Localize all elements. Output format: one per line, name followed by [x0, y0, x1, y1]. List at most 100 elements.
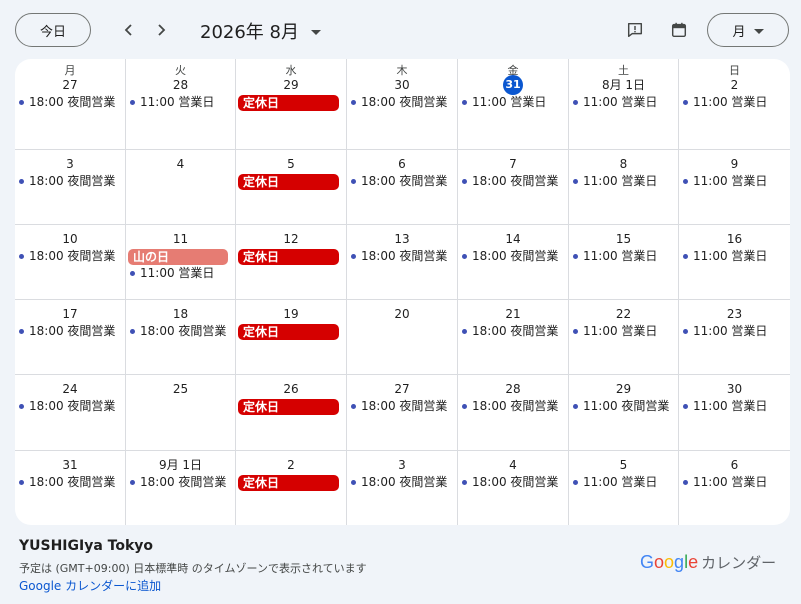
day-number[interactable]: 9	[679, 156, 790, 173]
day-cell[interactable]: 3 18:00 夜間営業	[347, 451, 458, 525]
event-item[interactable]: 18:00 夜間営業	[15, 173, 125, 190]
closed-day-event-chip[interactable]: 定休日	[238, 399, 339, 415]
day-number[interactable]: 27	[15, 77, 125, 94]
closed-day-event-chip[interactable]: 定休日	[238, 475, 339, 491]
day-cell[interactable]: 8 11:00 営業日	[569, 150, 679, 225]
day-cell[interactable]: 26 定休日	[236, 375, 347, 451]
event-item[interactable]: 11:00 営業日	[679, 474, 790, 491]
event-item[interactable]: 18:00 夜間営業	[347, 474, 457, 491]
day-number[interactable]: 4	[458, 457, 568, 474]
event-item[interactable]: 11:00 営業日	[126, 94, 235, 111]
day-number[interactable]: 14	[458, 231, 568, 248]
day-number[interactable]: 28	[458, 381, 568, 398]
day-cell[interactable]: 22 11:00 営業日	[569, 300, 679, 375]
day-cell[interactable]: 20	[347, 300, 458, 375]
day-number[interactable]: 20	[347, 306, 457, 323]
day-cell[interactable]: 水 29 定休日	[236, 59, 347, 150]
day-cell[interactable]: 6 11:00 営業日	[679, 451, 790, 525]
day-cell[interactable]: 5 定休日	[236, 150, 347, 225]
day-number[interactable]: 26	[236, 381, 346, 398]
event-item[interactable]: 18:00 夜間営業	[458, 173, 568, 190]
day-cell[interactable]: 15 11:00 営業日	[569, 225, 679, 300]
event-item[interactable]: 18:00 夜間営業	[458, 323, 568, 340]
day-cell[interactable]: 月 27 18:00 夜間営業	[15, 59, 126, 150]
day-cell[interactable]: 10 18:00 夜間営業	[15, 225, 126, 300]
event-item[interactable]: 11:00 営業日	[569, 474, 678, 491]
event-item[interactable]: 18:00 夜間営業	[347, 173, 457, 190]
day-number[interactable]: 19	[236, 306, 346, 323]
day-cell[interactable]: 24 18:00 夜間営業	[15, 375, 126, 451]
day-cell[interactable]: 16 11:00 営業日	[679, 225, 790, 300]
day-number[interactable]: 15	[569, 231, 678, 248]
closed-day-event-chip[interactable]: 定休日	[238, 324, 339, 340]
day-number[interactable]: 4	[126, 156, 235, 173]
day-number[interactable]: 21	[458, 306, 568, 323]
event-item[interactable]: 18:00 夜間営業	[15, 323, 125, 340]
chevron-right-icon[interactable]	[149, 18, 173, 42]
day-number[interactable]: 3	[347, 457, 457, 474]
day-cell[interactable]: 13 18:00 夜間営業	[347, 225, 458, 300]
day-number[interactable]: 11	[126, 231, 235, 248]
day-cell[interactable]: 4 18:00 夜間営業	[458, 451, 569, 525]
day-number[interactable]: 30	[347, 77, 457, 94]
day-cell[interactable]: 日 2 11:00 営業日	[679, 59, 790, 150]
google-calendar-logo[interactable]: Google カレンダー	[640, 552, 776, 573]
day-cell[interactable]: 木 30 18:00 夜間営業	[347, 59, 458, 150]
event-item[interactable]: 18:00 夜間営業	[15, 474, 125, 491]
day-number[interactable]: 6	[347, 156, 457, 173]
day-number[interactable]: 29	[236, 77, 346, 94]
day-number[interactable]: 23	[679, 306, 790, 323]
event-item[interactable]: 11:00 営業日	[679, 173, 790, 190]
today-date[interactable]: 31	[458, 75, 568, 95]
day-cell[interactable]: 11 山の日 11:00 営業日	[126, 225, 236, 300]
day-cell[interactable]: 21 18:00 夜間営業	[458, 300, 569, 375]
event-item[interactable]: 11:00 営業日	[126, 265, 235, 282]
day-cell[interactable]: 2 定休日	[236, 451, 347, 525]
day-cell[interactable]: 27 18:00 夜間営業	[347, 375, 458, 451]
day-number[interactable]: 30	[679, 381, 790, 398]
day-number[interactable]: 2	[679, 77, 790, 94]
add-to-google-calendar-link[interactable]: Google カレンダーに追加	[19, 577, 161, 594]
day-number[interactable]: 16	[679, 231, 790, 248]
day-number[interactable]: 13	[347, 231, 457, 248]
feedback-icon[interactable]	[623, 18, 647, 42]
day-cell[interactable]: 9月 1日 18:00 夜間営業	[126, 451, 236, 525]
chevron-left-icon[interactable]	[117, 18, 141, 42]
day-number[interactable]: 8	[569, 156, 678, 173]
day-cell[interactable]: 18 18:00 夜間営業	[126, 300, 236, 375]
day-number[interactable]: 5	[569, 457, 678, 474]
day-number[interactable]: 10	[15, 231, 125, 248]
event-item[interactable]: 11:00 営業日	[569, 94, 678, 111]
day-number[interactable]: 28	[126, 77, 235, 94]
day-cell[interactable]: 30 11:00 営業日	[679, 375, 790, 451]
event-item[interactable]: 18:00 夜間営業	[347, 94, 457, 111]
day-number[interactable]: 27	[347, 381, 457, 398]
event-item[interactable]: 18:00 夜間営業	[458, 474, 568, 491]
day-number[interactable]: 25	[126, 381, 235, 398]
event-item[interactable]: 18:00 夜間営業	[347, 398, 457, 415]
view-selector-button[interactable]: 月	[707, 13, 789, 47]
day-cell[interactable]: 火 28 11:00 営業日	[126, 59, 236, 150]
day-cell[interactable]: 17 18:00 夜間営業	[15, 300, 126, 375]
day-number[interactable]: 8月 1日	[569, 77, 678, 94]
day-number[interactable]: 2	[236, 457, 346, 474]
day-number[interactable]: 31	[15, 457, 125, 474]
day-number[interactable]: 22	[569, 306, 678, 323]
day-cell[interactable]: 23 11:00 営業日	[679, 300, 790, 375]
event-item[interactable]: 18:00 夜間営業	[458, 248, 568, 265]
event-item[interactable]: 18:00 夜間営業	[15, 94, 125, 111]
day-cell[interactable]: 9 11:00 営業日	[679, 150, 790, 225]
day-cell[interactable]: 28 18:00 夜間営業	[458, 375, 569, 451]
day-cell[interactable]: 25	[126, 375, 236, 451]
day-cell[interactable]: 5 11:00 営業日	[569, 451, 679, 525]
day-cell[interactable]: 12 定休日	[236, 225, 347, 300]
day-cell[interactable]: 31 18:00 夜間営業	[15, 451, 126, 525]
event-item[interactable]: 18:00 夜間営業	[15, 248, 125, 265]
event-item[interactable]: 11:00 夜間営業	[569, 398, 678, 415]
day-number[interactable]: 18	[126, 306, 235, 323]
closed-day-event-chip[interactable]: 定休日	[238, 174, 339, 190]
today-button[interactable]: 今日	[15, 13, 91, 47]
day-cell[interactable]: 金 31 11:00 営業日	[458, 59, 569, 150]
event-item[interactable]: 11:00 営業日	[679, 323, 790, 340]
day-number[interactable]: 5	[236, 156, 346, 173]
